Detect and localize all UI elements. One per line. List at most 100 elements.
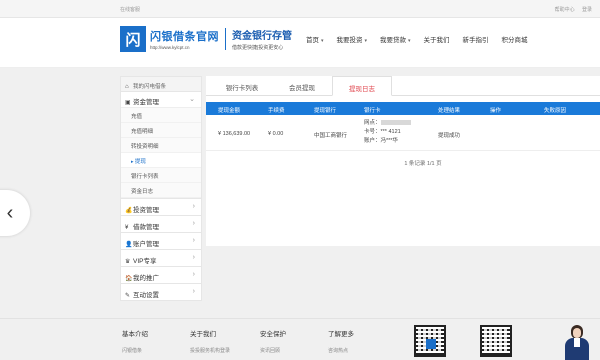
crown-icon: ♛ [125, 259, 131, 265]
help-center-link[interactable]: 帮助中心 [555, 7, 575, 13]
sidebar-item-invest-management[interactable]: 💰投资管理 › [120, 199, 202, 216]
qr-code-wechat [480, 325, 512, 357]
sidebar-sub-withdraw[interactable]: 提现 [121, 153, 201, 168]
column-header: 提现银行 [314, 108, 337, 114]
chevron-down-icon: ▾ [364, 38, 368, 44]
logo-name: 闪银借条官网 [150, 31, 219, 43]
footer-link[interactable]: 咨询热点 [328, 347, 354, 354]
sidebar-sub-recharge[interactable]: 充值 [121, 108, 201, 123]
tab-withdraw-log[interactable]: 提现日志 [332, 76, 392, 96]
chevron-down-icon: ⌄ [189, 96, 195, 103]
footer-title: 关于我们 [190, 331, 216, 338]
tab-bank-card-list[interactable]: 银行卡列表 [212, 76, 272, 95]
customer-service-avatar[interactable] [562, 325, 592, 360]
chevron-right-icon: › [192, 203, 195, 210]
nav-item-home[interactable]: 首页 ▾ [306, 34, 324, 44]
slogan: 资金银行存管 借款更快捷|投资更安心 [232, 27, 292, 51]
chevron-down-icon: ▾ [321, 38, 324, 44]
sidebar-group-fund: ▣资金管理 ⌄ 充值 充值明细 转投资明细 提现 银行卡列表 资金日志 [120, 92, 202, 199]
nav-label: 关于我们 [423, 37, 450, 44]
yen-icon: ¥ [125, 225, 129, 231]
sidebar-item-loan-management[interactable]: ¥ 借款管理 › [120, 216, 202, 233]
footer-link[interactable]: 投投服务机构登录 [190, 347, 230, 354]
table-header: 提现金额 手续费 提现银行 银行卡 处理结果 操作 失败原因 [206, 102, 600, 115]
footer-link[interactable]: 闪银借条 [122, 347, 148, 354]
column-header: 提现金额 [218, 108, 241, 114]
footer-col: 基本介绍 闪银借条 [122, 328, 148, 354]
tab-bar: 银行卡列表 会员提现 提现日志 [206, 76, 600, 96]
nav-item-invest[interactable]: 我要投资 ▾ [337, 34, 368, 44]
logo[interactable]: 闪 闪银借条官网 http://www.kylcpt.cn 资金银行存管 借款更… [120, 26, 292, 52]
nav-item-guide[interactable]: 新手指引 [463, 34, 489, 44]
prev-arrow-button[interactable]: ‹ [0, 190, 30, 236]
top-bar: 在线客服 帮助中心 登录 [0, 0, 600, 18]
qr-code-app [414, 325, 446, 357]
column-header: 处理结果 [438, 108, 461, 114]
footer-col: 关于我们 投投服务机构登录 [190, 328, 230, 354]
sidebar-home[interactable]: ⌂ 我的闪电借条 [120, 76, 202, 92]
top-links: 帮助中心 登录 [549, 6, 592, 13]
house-icon: 🏠 [125, 276, 133, 282]
home-icon: ⌂ [125, 84, 129, 90]
sidebar: ⌂ 我的闪电借条 ▣资金管理 ⌄ 充值 充值明细 转投资明细 提现 银行卡列表 资金… [120, 76, 202, 301]
nav-item-loan[interactable]: 我要贷款 ▾ [380, 34, 411, 44]
login-link[interactable]: 登录 [582, 7, 592, 13]
logo-icon: 闪 [120, 26, 146, 52]
wallet-icon: ▣ [125, 100, 131, 106]
tab-member-withdraw[interactable]: 会员提现 [272, 76, 332, 95]
sidebar-item-account-management[interactable]: 👤账户管理 › [120, 233, 202, 250]
slogan-main: 资金银行存管 [232, 31, 292, 42]
footer-title: 了解更多 [328, 331, 354, 338]
cell-bank: 中国工商银行 [314, 133, 348, 139]
chevron-left-icon: ‹ [6, 201, 14, 224]
chevron-right-icon: › [192, 271, 195, 278]
nav-label: 首页 [306, 37, 319, 44]
main-area: ⌂ 我的闪电借条 ▣资金管理 ⌄ 充值 充值明细 转投资明细 提现 银行卡列表 资金… [120, 76, 600, 316]
nav-label: 我要投资 [336, 37, 363, 44]
sidebar-item-fund-management[interactable]: ▣ 资金管理 ⌄ [121, 92, 201, 108]
avatar-shirt [574, 338, 580, 347]
footer-link[interactable]: 资讯回顾 [260, 347, 286, 354]
nav-item-about[interactable]: 关于我们 [424, 34, 450, 44]
logo-divider [225, 28, 226, 50]
slogan-sub: 借款更快捷|投资更安心 [232, 45, 284, 51]
cell-amount: ¥ 136,639.00 [218, 131, 251, 137]
column-header: 银行卡 [364, 108, 381, 114]
cell-fee: ¥ 0.00 [268, 131, 284, 137]
chevron-right-icon: › [192, 254, 195, 261]
online-service-link[interactable]: 在线客服 [120, 6, 140, 13]
pagination: 1 条记录 1/1 页 [404, 161, 442, 167]
sidebar-item-promotion[interactable]: 🏠我的推广 › [120, 267, 202, 284]
sidebar-item-label: 我的推广 [133, 275, 159, 282]
footer-title: 基本介绍 [122, 331, 148, 338]
header: 闪 闪银借条官网 http://www.kylcpt.cn 资金银行存管 借款更… [0, 18, 600, 68]
sidebar-item-label: 账户管理 [133, 241, 159, 248]
nav-item-points-mall[interactable]: 积分商城 [502, 34, 528, 44]
card-branch: 网点： [364, 119, 438, 128]
column-header: 失败原因 [544, 108, 567, 114]
money-bag-icon: 💰 [125, 208, 133, 214]
main-nav: 首页 ▾ 我要投资 ▾ 我要贷款 ▾ 关于我们 新手指引 积分商城 [306, 34, 541, 44]
sidebar-sub-fund-log[interactable]: 资金日志 [121, 183, 201, 198]
card-branch-label: 网点： [364, 120, 381, 126]
sidebar-sub-transfer-detail[interactable]: 转投资明细 [121, 138, 201, 153]
sidebar-item-label: VIP专享 [133, 258, 157, 265]
footer-col: 了解更多 咨询热点 [328, 328, 354, 354]
cell-reason [544, 115, 600, 150]
sidebar-sub-recharge-detail[interactable]: 充值明细 [121, 123, 201, 138]
chevron-right-icon: › [192, 220, 195, 227]
sidebar-sub-bank-cards[interactable]: 银行卡列表 [121, 168, 201, 183]
sidebar-item-label: 资金管理 [133, 99, 159, 106]
footer: 基本介绍 闪银借条 关于我们 投投服务机构登录 安全保护 资讯回顾 了解更多 咨… [0, 318, 600, 360]
nav-label: 我要贷款 [380, 37, 407, 44]
chevron-right-icon: › [192, 237, 195, 244]
sidebar-item-vip[interactable]: ♛ VIP专享 › [120, 250, 202, 267]
avatar-face [573, 328, 581, 338]
sidebar-item-label: 借款管理 [133, 224, 159, 231]
user-icon: 👤 [125, 242, 133, 248]
column-header: 手续费 [268, 108, 285, 114]
sidebar-item-interaction-settings[interactable]: ✎ 互动设置 › [120, 284, 202, 301]
chevron-right-icon: › [192, 288, 195, 295]
logo-text: 闪银借条官网 http://www.kylcpt.cn [150, 28, 219, 50]
card-holder: 账户：冯***华 [364, 138, 398, 144]
